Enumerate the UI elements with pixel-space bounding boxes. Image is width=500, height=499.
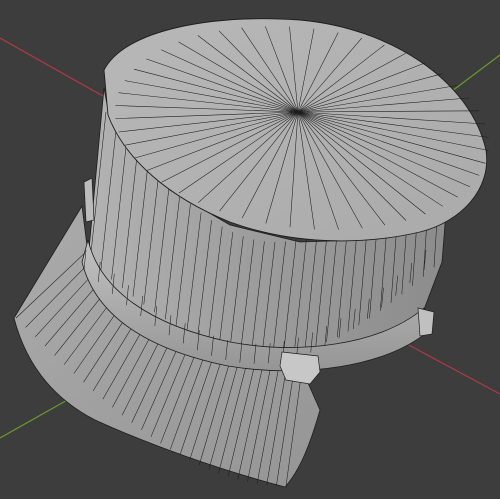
x-axis-line-lower (404, 342, 500, 395)
crown-top-pole (296, 110, 300, 114)
band-buckle-left[interactable] (83, 177, 95, 223)
3d-viewport[interactable] (0, 0, 500, 499)
band-buckle-right[interactable] (417, 307, 435, 337)
band-buckle-front[interactable] (279, 351, 321, 385)
x-axis-line (0, 37, 111, 101)
viewport-scene[interactable] (0, 0, 500, 499)
